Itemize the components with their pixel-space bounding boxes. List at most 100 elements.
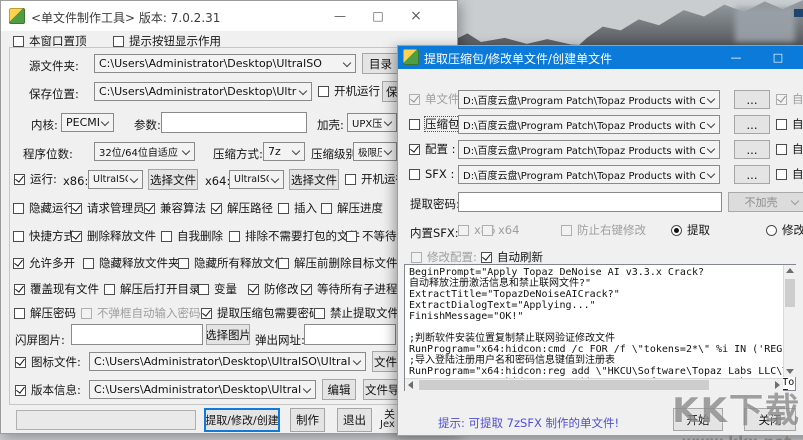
config-script-textarea[interactable]: BeginPrompt="Apply Topaz DeNoise AI v3.3… (404, 264, 796, 391)
checkbox-prevent-right-click: 防止右键修改 (561, 224, 646, 237)
checkbox-delete-target-before[interactable]: 解压前删除目标文件夹 (278, 257, 409, 270)
main-titlebar[interactable]: <单文件制作工具> 版本: 7.0.2.31 — □ × (1, 1, 457, 31)
desktop-icon-fragment (794, 9, 803, 17)
checkbox-overwrite-existing[interactable]: 覆盖现有文件 (14, 283, 99, 296)
checkbox-insert[interactable]: 插入 (278, 202, 317, 215)
checkbox-auto-refresh-script[interactable]: 自动刷新 (481, 251, 543, 264)
checkbox-icon-file[interactable]: 图标文件: (15, 356, 81, 369)
version-info-combo[interactable]: C:\Users\Administrator\Desktop\UltraISO\… (89, 380, 316, 399)
chevron-down-icon (791, 197, 799, 205)
icon-file-combo[interactable]: C:\Users\Administrator\Desktop\UltraISO\… (89, 352, 366, 371)
progress-field (16, 410, 196, 430)
checkbox-run[interactable]: 运行: (14, 173, 57, 186)
chevron-down-icon (384, 117, 392, 125)
checkbox-auto-refresh-config[interactable]: 自动刷新 (776, 143, 803, 156)
checkbox-unzip-password[interactable]: 解压密码 (14, 307, 76, 320)
checkbox-extract-path[interactable]: 解压路径 (211, 202, 273, 215)
browse-config-button[interactable]: ... (734, 140, 770, 159)
compress-method-combo[interactable]: 7z (263, 142, 305, 161)
checkbox-variable[interactable]: 变量 (198, 283, 237, 296)
dialog-titlebar[interactable]: 提取压缩包/修改单文件/创建单文件 — □ (398, 46, 803, 69)
checkbox-compat-algo[interactable]: 兼容算法 (144, 202, 206, 215)
checkbox-extract-progress[interactable]: 解压进度 (321, 202, 383, 215)
start-button[interactable]: 开始 (673, 408, 723, 431)
browse-archive-button[interactable]: ... (734, 115, 770, 134)
checkbox-wait-children[interactable]: 等待所有子进程 (301, 283, 398, 296)
minimize-icon[interactable]: — (720, 46, 752, 69)
checkbox-boot-run-save[interactable]: 开机运行 (318, 85, 380, 98)
scroll-right-icon[interactable] (775, 381, 780, 389)
x64-label: x64: (205, 174, 230, 188)
sfx-path-combo[interactable]: D:\百度云盘\Program Patch\Topaz Products wit… (458, 165, 720, 184)
checkbox-shortcut[interactable]: 快捷方式 (13, 230, 75, 243)
checkbox-no-wait[interactable]: 不等待 (346, 230, 397, 243)
dialog-window: 提取压缩包/修改单文件/创建单文件 — □ 单文件: D:\百度云盘\Progr… (397, 45, 803, 436)
checkbox-hide-release-folder[interactable]: 隐藏释放文件夹 (83, 257, 180, 270)
checkbox-anti-modify[interactable]: 防修改 (248, 283, 299, 296)
splash-image-input[interactable] (71, 324, 203, 345)
close-button[interactable]: 关闭 (744, 408, 796, 431)
chevron-down-icon (353, 356, 361, 364)
kernel-combo[interactable]: PECMD (61, 113, 114, 132)
checkbox-open-dir-after[interactable]: 解压后打开目录 (104, 283, 201, 296)
popup-url-input[interactable] (304, 324, 396, 345)
horizontal-scroll-thumb[interactable] (419, 380, 709, 390)
compress-method-label: 压缩方式: (213, 146, 263, 162)
extract-modify-create-button[interactable]: 提取/修改/创建 (204, 408, 280, 432)
minimize-icon[interactable]: — (323, 1, 357, 31)
checkbox-hide-run[interactable]: 隐藏运行 (13, 202, 75, 215)
scroll-left-icon[interactable] (408, 381, 413, 389)
checkbox-exclude-unneeded[interactable]: 排除不需要打包的文件 (229, 230, 360, 243)
x86-exe-combo[interactable]: UltraISO.exe (88, 170, 143, 189)
checkbox-archive[interactable]: 压缩包: (409, 118, 463, 131)
directory-button[interactable]: 目录 (362, 53, 399, 74)
vertical-scrollbar[interactable] (783, 265, 796, 377)
param-input[interactable] (161, 112, 307, 133)
radio-modify-create[interactable]: 修改/创建 (766, 224, 803, 237)
checkbox-sfx[interactable]: SFX : (409, 168, 454, 181)
checkbox-auto-refresh-sfx[interactable]: 自动刷新 (776, 168, 803, 181)
dialog-title: 提取压缩包/修改单文件/创建单文件 (424, 50, 612, 67)
x64-exe-combo[interactable]: UltraISO.exe (229, 170, 284, 189)
radio-extract[interactable]: 提取 (671, 224, 710, 237)
param-label: 参数: (134, 117, 161, 133)
horizontal-scrollbar[interactable] (405, 378, 783, 391)
checkbox-self-delete[interactable]: 自我删除 (161, 230, 223, 243)
checkbox-need-password[interactable]: 提取压缩包需要密码 (201, 307, 321, 320)
checkbox-request-admin[interactable]: 请求管理员 (71, 202, 145, 215)
checkbox-delete-released[interactable]: 删除释放文件 (71, 230, 156, 243)
blurred-region (735, 7, 795, 42)
single-file-path-combo[interactable]: D:\百度云盘\Program Patch\Topaz Products wit… (458, 90, 720, 109)
pick-x86-file-button[interactable]: 选择文件 (148, 169, 198, 190)
checkbox-hide-all-released[interactable]: 隐藏所有释放文件 (178, 257, 286, 270)
maximize-icon[interactable]: □ (361, 1, 395, 31)
make-button[interactable]: 制作 (290, 408, 325, 432)
packer-combo[interactable]: UPX压缩 (347, 113, 397, 132)
extract-password-input[interactable] (458, 192, 722, 212)
maximize-icon[interactable]: □ (762, 46, 794, 69)
pick-image-button[interactable]: 选择图片 (206, 324, 250, 345)
checkbox-auto-refresh-archive[interactable]: 自动刷新 (776, 118, 803, 131)
config-path-combo[interactable]: D:\百度云盘\Program Patch\Topaz Products wit… (458, 140, 720, 159)
compress-level-combo[interactable]: 极限压缩 (353, 142, 397, 161)
exit-button[interactable]: 退出 (337, 408, 372, 432)
checkbox-version-info[interactable]: 版本信息: (15, 384, 81, 397)
vertical-scroll-thumb[interactable] (785, 279, 795, 307)
close-icon[interactable]: × (399, 1, 433, 31)
scroll-down-icon[interactable] (786, 369, 794, 374)
edit-version-button[interactable]: 编辑 (322, 379, 356, 400)
browse-sfx-button[interactable]: ... (734, 165, 770, 184)
chevron-down-icon (271, 174, 279, 182)
scroll-up-icon[interactable] (786, 268, 794, 273)
source-folder-combo[interactable]: C:\Users\Administrator\Desktop\UltraISO (94, 54, 356, 73)
app-icon (9, 8, 25, 24)
save-location-combo[interactable]: C:\Users\Administrator\Desktop\UltraISO.… (94, 82, 312, 101)
bits-combo[interactable]: 32位/64位自适应 (94, 142, 195, 161)
checkbox-allow-multi[interactable]: 允许多开 (13, 257, 75, 270)
checkbox-config[interactable]: 配置 : (409, 143, 456, 156)
browse-single-file-button[interactable]: ... (734, 90, 770, 109)
archive-path-combo[interactable]: D:\百度云盘\Program Patch\Topaz Products wit… (458, 115, 720, 134)
chevron-down-icon (707, 169, 715, 177)
checkbox-forbid-extract[interactable]: 禁止提取文件 (314, 307, 399, 320)
pick-x64-file-button[interactable]: 选择文件 (289, 169, 339, 190)
